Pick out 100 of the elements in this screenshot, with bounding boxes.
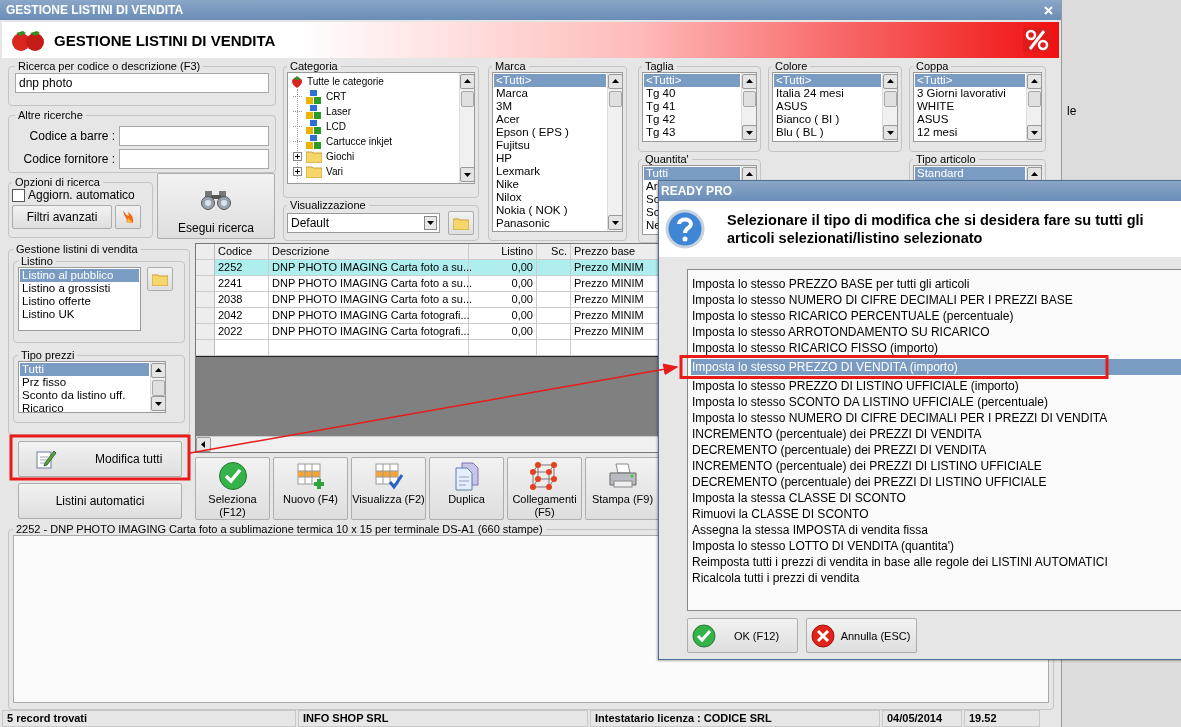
scroll-up-icon[interactable] [741, 74, 756, 89]
list-item[interactable]: Ricarico [20, 402, 149, 412]
ok-button[interactable]: OK (F12) [687, 618, 798, 653]
list-item[interactable]: 12 mesi [915, 126, 1025, 139]
scroll-up-icon[interactable] [882, 74, 897, 89]
dialog-title: READY PRO [661, 184, 733, 198]
toolbar-button[interactable]: Stampa (F9) [585, 457, 660, 520]
scroll-down-icon[interactable] [1026, 125, 1041, 140]
scroll-down-icon[interactable] [741, 125, 756, 140]
scroll-up-icon[interactable] [1026, 74, 1041, 89]
tree-item[interactable]: Vari [326, 166, 344, 177]
group-label: Quantita' [644, 153, 690, 165]
list-item[interactable]: Panasonic [494, 217, 606, 230]
option-item[interactable]: DECREMENTO (percentuale) dei PREZZI DI LISTINO UFFICIALE [691, 474, 1181, 490]
list-item[interactable]: HP [494, 152, 606, 165]
cancel-button[interactable]: Annulla (ESC) [806, 618, 917, 653]
list-item[interactable]: Nokia ( NOK ) [494, 204, 606, 217]
toolbar-button[interactable]: Nuovo (F4) [273, 457, 348, 520]
scroll-thumb[interactable] [1027, 91, 1041, 107]
list-item[interactable]: Sconto da listino uff. [20, 389, 149, 402]
list-item[interactable]: Epson ( EPS ) [494, 126, 606, 139]
scroll-down-icon[interactable] [607, 215, 622, 230]
option-item[interactable]: Imposta lo stesso PREZZO DI LISTINO UFFICIALE (importo) [691, 378, 1181, 394]
option-item[interactable]: Rimuovi la CLASSE DI SCONTO [691, 506, 1181, 522]
option-item[interactable]: INCREMENTO (percentuale) dei PREZZI DI VENDITA [691, 426, 1181, 442]
group-label: Opzioni di ricerca [14, 176, 101, 188]
option-item[interactable]: Imposta lo stesso RICARICO FISSO (importo) [691, 340, 1181, 356]
tree-item[interactable]: Giochi [326, 151, 355, 162]
list-item[interactable]: Listino a grossisti [20, 282, 139, 295]
list-item[interactable]: WHITE [915, 100, 1025, 113]
list-item[interactable]: Bianco ( BI ) [774, 113, 881, 126]
cubes-icon [306, 134, 322, 149]
scroll-thumb[interactable] [742, 91, 756, 107]
scroll-up-icon[interactable] [459, 74, 474, 89]
search-field[interactable]: dnp photo [15, 73, 269, 93]
list-item[interactable]: Acer [494, 113, 606, 126]
list-item[interactable]: ASUS [774, 100, 881, 113]
option-item[interactable]: Imposta lo stesso NUMERO DI CIFRE DECIMALI PER I PREZZI DI VENDITA [691, 410, 1181, 426]
expand-icon[interactable] [293, 167, 302, 176]
option-item[interactable]: Imposta lo stesso LOTTO DI VENDITA (quantita') [691, 538, 1181, 554]
list-item[interactable]: Italia 24 mesi [774, 87, 881, 100]
list-item[interactable]: Nilox [494, 191, 606, 204]
row-header [196, 292, 215, 308]
tree-item[interactable]: Cartucce inkjet [326, 136, 393, 147]
cubes-icon [306, 89, 322, 104]
expand-icon[interactable] [293, 152, 302, 161]
list-item[interactable]: Fujitsu [494, 139, 606, 152]
tree-item[interactable]: Laser [326, 106, 351, 117]
list-item[interactable]: Listino UK [20, 308, 139, 321]
list-item[interactable]: Lexmark [494, 165, 606, 178]
input-field[interactable] [119, 126, 269, 146]
tree-item[interactable]: Tutte le categorie [307, 76, 384, 87]
option-item[interactable]: Assegna la stessa IMPOSTA di vendita fissa [691, 522, 1181, 538]
strawberry-icon [10, 28, 46, 52]
check-icon [217, 461, 248, 491]
option-item[interactable]: Imposta lo stesso SCONTO DA LISTINO UFFICIALE (percentuale) [691, 394, 1181, 410]
list-item[interactable]: 3 Giorni lavorativi [915, 87, 1025, 100]
list-item[interactable]: Marca [494, 87, 606, 100]
option-item[interactable]: Ricalcola tutti i prezzi di vendita [691, 570, 1181, 586]
edit-all-button[interactable]: Modifica tutti [18, 441, 182, 477]
run-search-button[interactable]: Esegui ricerca [157, 173, 275, 239]
scroll-up-icon[interactable] [150, 363, 165, 378]
scroll-down-icon[interactable] [459, 167, 474, 182]
list-item[interactable]: ASUS [915, 113, 1025, 126]
auto-lists-button[interactable]: Listini automatici [18, 483, 182, 519]
list-item[interactable]: Nike [494, 178, 606, 191]
list-item[interactable]: Tg 40 [644, 87, 740, 100]
status-text: 19.52 [964, 710, 1040, 727]
toolbar-button[interactable]: Duplica [429, 457, 504, 520]
scroll-down-icon[interactable] [882, 125, 897, 140]
scroll-thumb[interactable] [460, 91, 474, 107]
list-item[interactable]: Tg 41 [644, 100, 740, 113]
scroll-up-icon[interactable] [607, 74, 622, 89]
option-item[interactable]: Imposta la stessa CLASSE DI SCONTO [691, 490, 1181, 506]
group-label: Listino [20, 255, 54, 267]
toolbar-button[interactable]: Collegamenti (F5) [507, 457, 582, 520]
tree-item[interactable]: CRT [326, 91, 347, 102]
list-item[interactable]: Blu ( BL ) [774, 126, 881, 139]
close-icon[interactable] [1044, 5, 1053, 15]
scroll-thumb[interactable] [608, 91, 622, 107]
toolbar-button[interactable]: Seleziona (F12) [195, 457, 270, 520]
list-item[interactable]: Tg 43 [644, 126, 740, 139]
scroll-thumb[interactable] [151, 380, 165, 396]
option-item[interactable]: INCREMENTO (percentuale) dei PREZZI DI LISTINO UFFICIALE [691, 458, 1181, 474]
list-item[interactable]: Tg 42 [644, 113, 740, 126]
tree-item[interactable]: LCD [326, 121, 346, 132]
input-field[interactable] [119, 149, 269, 169]
flame-button[interactable] [115, 205, 141, 229]
folder-icon [306, 150, 322, 163]
scroll-down-icon[interactable] [150, 396, 165, 411]
option-item[interactable]: DECREMENTO (percentuale) dei PREZZI DI VENDITA [691, 442, 1181, 458]
option-item[interactable]: Reimposta tutti i prezzi di vendita in base alle regole dei LISTINI AUTOMATICI [691, 554, 1181, 570]
checkbox[interactable] [12, 188, 25, 202]
advanced-filters-button[interactable]: Filtri avanzati [12, 205, 112, 229]
list-item[interactable]: Prz fisso [20, 376, 149, 389]
list-item[interactable]: 3M [494, 100, 606, 113]
toolbar-button[interactable]: Visualizza (F2) [351, 457, 426, 520]
view-dropdown[interactable]: Default [287, 213, 440, 233]
list-item[interactable]: Listino offerte [20, 295, 139, 308]
scroll-thumb[interactable] [883, 91, 897, 107]
